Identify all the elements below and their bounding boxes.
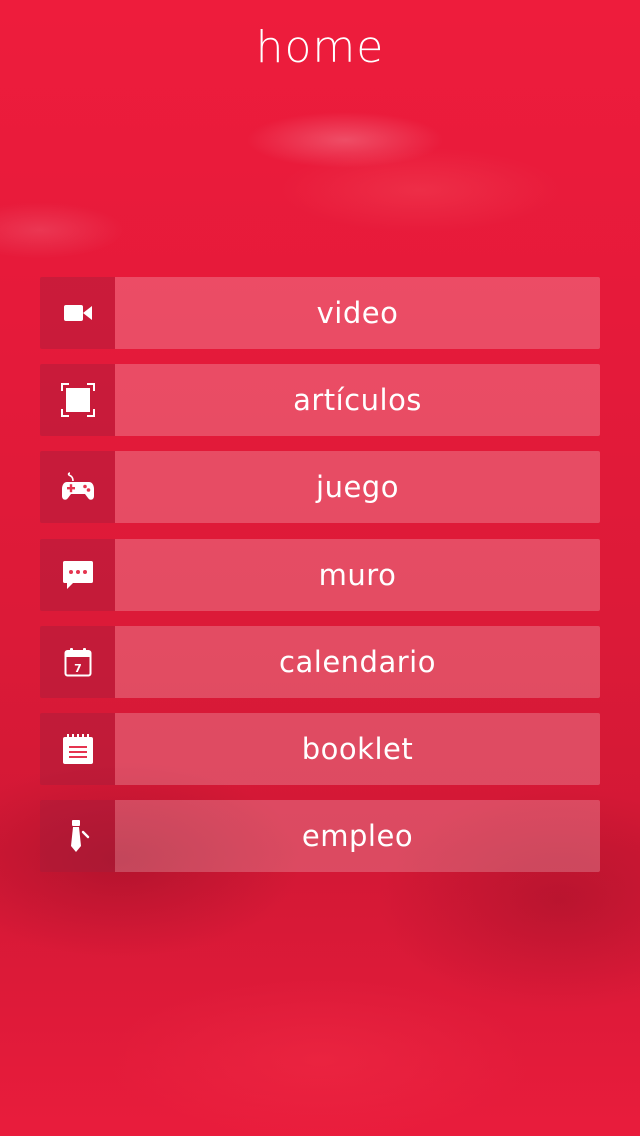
menu-item-label: artículos <box>115 364 600 436</box>
article-frame-icon <box>60 383 95 417</box>
menu-item-empleo[interactable]: empleo <box>40 800 600 872</box>
calendar-day-number: 7 <box>74 662 82 675</box>
video-camera-icon <box>63 303 93 323</box>
gamepad-icon <box>61 472 95 502</box>
menu-item-calendario[interactable]: 7 calendario <box>40 626 600 698</box>
menu-item-articulos[interactable]: artículos <box>40 364 600 436</box>
menu-item-booklet[interactable]: booklet <box>40 713 600 785</box>
menu-item-juego[interactable]: juego <box>40 451 600 523</box>
menu-item-label: calendario <box>115 626 600 698</box>
menu-item-label: video <box>115 277 600 349</box>
menu-item-muro[interactable]: muro <box>40 539 600 611</box>
calendar-icon: 7 <box>64 647 92 677</box>
menu-item-label: booklet <box>115 713 600 785</box>
notepad-icon <box>62 733 94 765</box>
menu-item-label: juego <box>115 451 600 523</box>
chat-bubble-icon <box>62 560 94 590</box>
menu-item-label: empleo <box>115 800 600 872</box>
menu-item-label: muro <box>115 539 600 611</box>
page-title: home <box>255 22 385 73</box>
necktie-icon <box>65 819 91 853</box>
menu-item-video[interactable]: video <box>40 277 600 349</box>
